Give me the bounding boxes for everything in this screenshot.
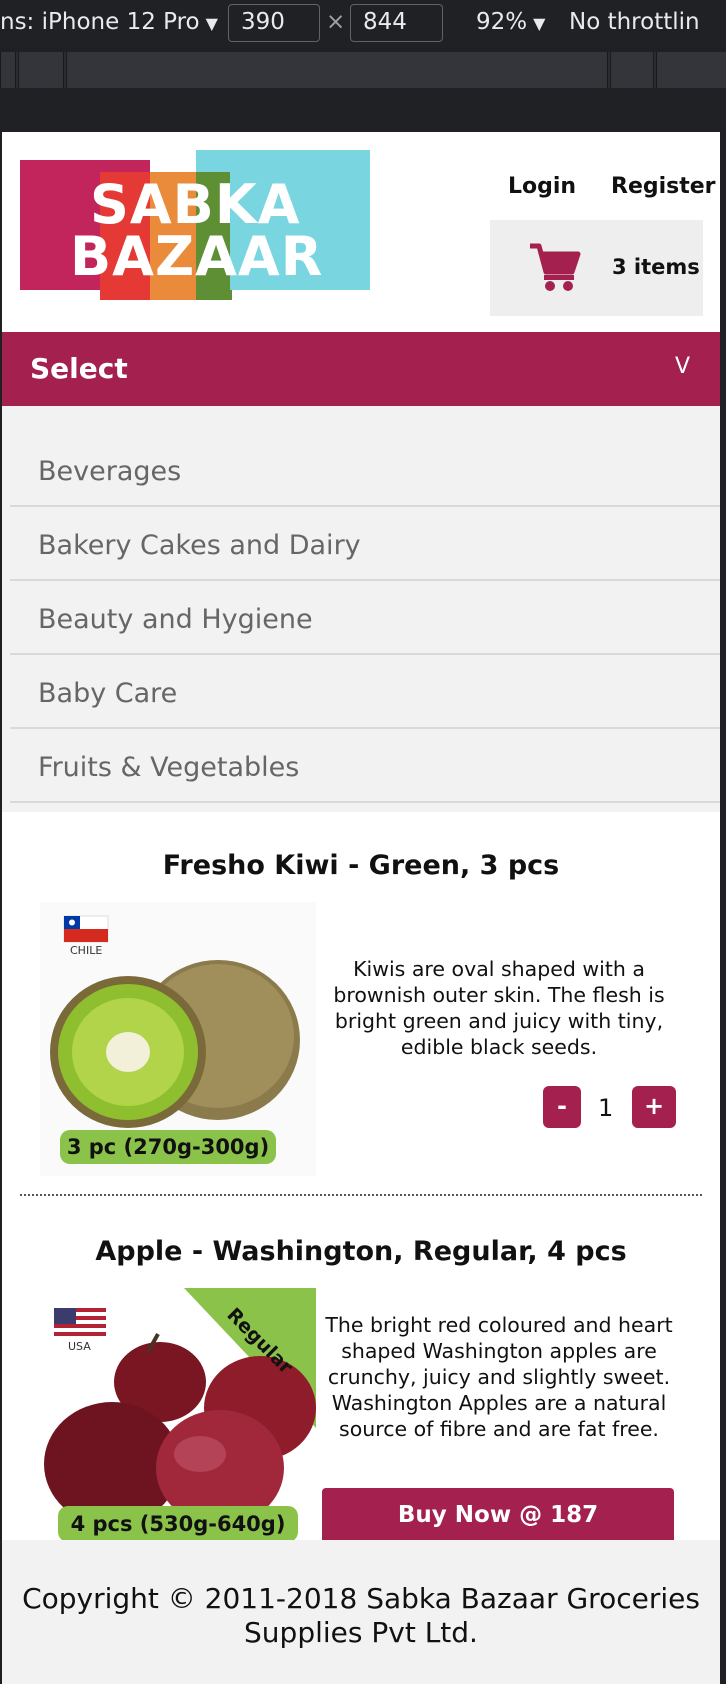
increase-quantity-button[interactable]: + bbox=[632, 1086, 676, 1128]
product-divider bbox=[20, 1194, 702, 1196]
chevron-down-icon: ▼ bbox=[533, 14, 546, 33]
cart-item-count: 3 items bbox=[612, 255, 700, 279]
times-icon: × bbox=[326, 9, 346, 35]
quantity-value: 1 bbox=[598, 1094, 614, 1122]
category-label: Fruits & Vegetables bbox=[38, 752, 300, 783]
origin-label: CHILE bbox=[70, 944, 103, 957]
category-select[interactable]: Select V bbox=[2, 332, 720, 406]
product-image-apple[interactable]: Regular USA 4 pcs (530g-640g) bbox=[40, 1288, 316, 1544]
cart-button[interactable]: 3 items bbox=[490, 220, 703, 316]
origin-label: USA bbox=[68, 1340, 91, 1353]
zoom-value: 92% bbox=[476, 9, 528, 35]
category-item-bakery[interactable]: Bakery Cakes and Dairy bbox=[10, 508, 720, 581]
cart-icon bbox=[530, 243, 581, 291]
sabka-bazaar-logo[interactable]: SABKA BAZAAR bbox=[20, 150, 372, 308]
chevron-down-icon: ▼ bbox=[205, 14, 218, 33]
category-label: Baby Care bbox=[38, 678, 178, 709]
category-label: Beverages bbox=[38, 456, 182, 487]
ruler-segment bbox=[610, 52, 654, 88]
devtools-ruler-bar bbox=[0, 52, 726, 88]
product-description: The bright red coloured and heart shaped… bbox=[325, 1313, 673, 1441]
product-title: Fresho Kiwi - Green, 3 pcs bbox=[162, 850, 560, 881]
page-viewport: SABKA BAZAAR Login Register 3 items Sele… bbox=[2, 132, 720, 1684]
register-link[interactable]: Register bbox=[611, 174, 716, 199]
throttling-selector[interactable]: No throttlin bbox=[569, 9, 700, 35]
category-label: Bakery Cakes and Dairy bbox=[38, 530, 361, 561]
category-item-baby-care[interactable]: Baby Care bbox=[10, 656, 720, 729]
height-input[interactable]: 844 bbox=[350, 4, 443, 42]
footer: Copyright © 2011-2018 Sabka Bazaar Groce… bbox=[2, 1540, 720, 1684]
product-title: Apple - Washington, Regular, 4 pcs bbox=[95, 1236, 627, 1267]
ruler-segment bbox=[0, 52, 16, 88]
select-label: Select bbox=[30, 352, 128, 385]
product-description: Kiwis are oval shaped with a brownish ou… bbox=[333, 957, 665, 1059]
zoom-selector[interactable]: 92% ▼ bbox=[476, 9, 545, 35]
category-dropdown-list: Beverages Bakery Cakes and Dairy Beauty … bbox=[2, 406, 720, 812]
ruler-segment bbox=[18, 52, 64, 88]
device-selector[interactable]: ns: iPhone 12 Pro ▼ bbox=[0, 9, 218, 35]
pack-size-badge: 4 pcs (530g-640g) bbox=[58, 1506, 298, 1542]
category-item-fruits-vegetables[interactable]: Fruits & Vegetables bbox=[10, 730, 720, 803]
chevron-down-icon: V bbox=[674, 354, 690, 379]
copyright-text: Copyright © 2011-2018 Sabka Bazaar Groce… bbox=[22, 1582, 700, 1649]
category-item-beverages[interactable]: Beverages bbox=[10, 434, 720, 507]
logo-word-sabka: SABKA bbox=[90, 173, 301, 236]
ruler-segment bbox=[66, 52, 608, 88]
category-item-beauty[interactable]: Beauty and Hygiene bbox=[10, 582, 720, 655]
decrease-quantity-button[interactable]: - bbox=[543, 1086, 581, 1128]
buy-now-button[interactable]: Buy Now @ 187 bbox=[322, 1488, 674, 1546]
pack-size-badge: 3 pc (270g-300g) bbox=[60, 1130, 276, 1164]
width-input[interactable]: 390 bbox=[228, 4, 320, 42]
viewport-gutter bbox=[0, 88, 726, 132]
devtools-device-toolbar: ns: iPhone 12 Pro ▼ 390 × 844 92% ▼ No thr… bbox=[0, 0, 726, 48]
device-name: ns: iPhone 12 Pro bbox=[0, 9, 200, 35]
category-label: Beauty and Hygiene bbox=[38, 604, 313, 635]
login-link[interactable]: Login bbox=[508, 174, 576, 199]
ruler-segment bbox=[656, 52, 726, 88]
logo-block-cyan-top bbox=[196, 150, 232, 172]
logo-word-bazaar: BAZAAR bbox=[70, 225, 324, 288]
product-image-kiwi[interactable]: CHILE 3 pc (270g-300g) bbox=[40, 902, 316, 1176]
